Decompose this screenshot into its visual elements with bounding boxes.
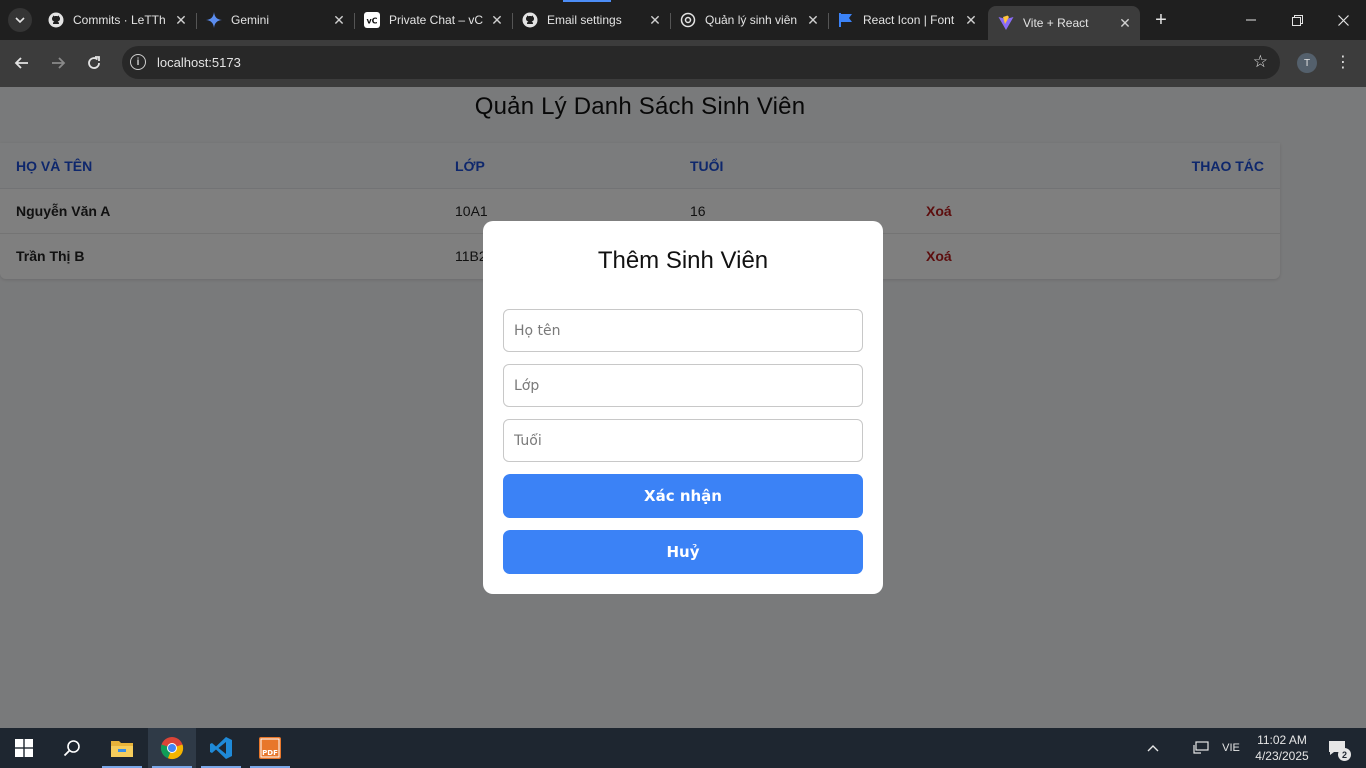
clock-time: 11:02 AM [1257, 733, 1307, 747]
language-indicator[interactable]: VIE [1216, 728, 1246, 768]
close-tab-icon[interactable]: ✕ [646, 11, 664, 29]
chevron-down-icon [15, 17, 25, 24]
vscode-icon [210, 737, 232, 759]
add-student-modal: Thêm Sinh Viên Xác nhận Huỷ [483, 221, 883, 594]
windows-taskbar: PDF VIE 11:02 AM 4/23/2025 2 [0, 728, 1366, 768]
minimize-button[interactable] [1228, 0, 1274, 40]
browser-tab-strip: Commits · LeTTh ✕ Gemini ✕ vC Private Ch… [0, 0, 1366, 40]
vite-icon [998, 15, 1014, 31]
confirm-button[interactable]: Xác nhận [503, 474, 863, 518]
gemini-icon [206, 12, 222, 28]
tab-title: Commits · LeTTh [73, 13, 166, 27]
pdf-icon: PDF [259, 737, 281, 759]
system-clock[interactable]: 11:02 AM 4/23/2025 [1245, 732, 1319, 764]
svg-text:PDF: PDF [262, 749, 278, 757]
tab-quan-ly-sinh-vien[interactable]: Quản lý sinh viên ✕ [670, 6, 829, 34]
name-field[interactable] [503, 309, 863, 352]
back-button[interactable] [10, 51, 34, 75]
network-icon [1193, 741, 1209, 754]
tab-vite-react[interactable]: Vite + React ✕ [988, 6, 1140, 40]
github-icon [522, 12, 538, 28]
profile-avatar[interactable]: T [1297, 53, 1317, 73]
age-field[interactable] [503, 419, 863, 462]
address-bar[interactable]: i localhost:5173 ☆ [122, 46, 1280, 79]
forward-button[interactable] [46, 51, 70, 75]
tab-email-settings[interactable]: Email settings ✕ [512, 6, 671, 34]
tab-private-chat[interactable]: vC Private Chat – vC ✕ [354, 6, 513, 34]
tab-gemini[interactable]: Gemini ✕ [196, 6, 355, 34]
pdf-reader-button[interactable]: PDF [246, 728, 294, 768]
reload-icon [88, 56, 100, 69]
windows-logo-icon [15, 739, 33, 757]
restore-button[interactable] [1274, 0, 1320, 40]
minimize-icon [1246, 19, 1256, 21]
url-text[interactable]: localhost:5173 [157, 55, 241, 70]
vscode-button[interactable] [197, 728, 245, 768]
close-tab-icon[interactable]: ✕ [962, 11, 980, 29]
chatgpt-icon [680, 12, 696, 28]
start-button[interactable] [0, 728, 48, 768]
github-icon [48, 12, 64, 28]
tab-title: Private Chat – vC [389, 13, 484, 27]
close-tab-icon[interactable]: ✕ [804, 11, 822, 29]
close-tab-icon[interactable]: ✕ [172, 11, 190, 29]
search-icon [63, 740, 80, 757]
search-button[interactable] [48, 728, 96, 768]
folder-icon [111, 741, 133, 757]
restore-icon [1291, 14, 1303, 26]
tab-title: Gemini [231, 13, 270, 27]
chrome-icon [160, 737, 184, 760]
browser-toolbar: i localhost:5173 ☆ [0, 40, 1366, 87]
tab-title: React Icon | Font [863, 13, 955, 27]
name-input[interactable] [504, 310, 862, 351]
forward-arrow-icon [52, 57, 66, 69]
age-input[interactable] [504, 420, 862, 461]
class-input[interactable] [504, 365, 862, 406]
close-window-button[interactable] [1320, 0, 1366, 40]
close-tab-icon[interactable]: ✕ [1116, 14, 1134, 32]
tab-commits[interactable]: Commits · LeTTh ✕ [38, 6, 197, 34]
class-field[interactable] [503, 364, 863, 407]
cancel-button[interactable]: Huỷ [503, 530, 863, 574]
network-status[interactable] [1188, 728, 1214, 768]
tab-react-icon[interactable]: React Icon | Font ✕ [828, 6, 986, 34]
close-tab-icon[interactable]: ✕ [330, 11, 348, 29]
flag-icon [838, 12, 854, 28]
tab-title: Quản lý sinh viên [705, 13, 798, 27]
notification-center-button[interactable]: 2 [1320, 728, 1354, 768]
chrome-button[interactable] [148, 728, 196, 768]
browser-menu-icon[interactable]: ⋮ [1335, 52, 1351, 74]
clock-date: 4/23/2025 [1255, 749, 1309, 763]
reload-button[interactable] [82, 51, 106, 75]
new-tab-button[interactable]: + [1150, 9, 1172, 31]
chevron-up-icon [1147, 745, 1159, 752]
chat-icon: vC [364, 12, 380, 28]
modal-title: Thêm Sinh Viên [597, 247, 769, 274]
close-icon [1337, 14, 1349, 26]
tab-title: Email settings [547, 13, 622, 27]
loading-indicator [563, 0, 611, 2]
close-tab-icon[interactable]: ✕ [488, 11, 506, 29]
notification-count-badge: 2 [1338, 748, 1351, 761]
tab-title: Vite + React [1023, 16, 1089, 30]
bookmark-star-icon[interactable]: ☆ [1253, 52, 1268, 72]
tab-search-button[interactable] [8, 8, 32, 32]
site-info-icon[interactable]: i [130, 54, 146, 70]
show-hidden-icons-button[interactable] [1140, 728, 1166, 768]
file-explorer-button[interactable] [98, 728, 146, 768]
svg-text:vC: vC [366, 17, 377, 26]
back-arrow-icon [14, 57, 28, 69]
